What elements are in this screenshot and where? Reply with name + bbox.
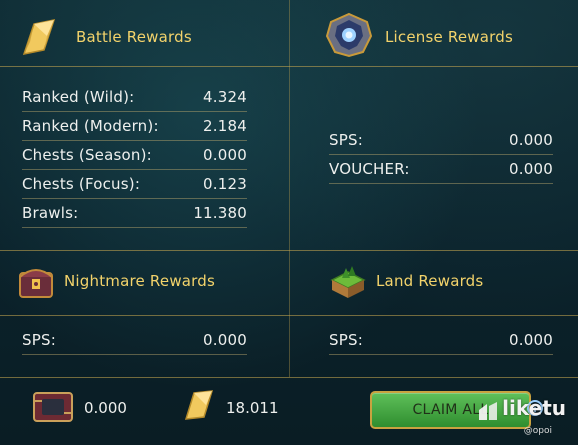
battle-row-label: Ranked (Wild): [22,88,135,106]
battle-row-underline [22,169,247,170]
nightmare-row-label: SPS: [22,331,56,349]
land-island-icon [326,258,370,302]
battle-row-chests-season: Chests (Season): 0.000 [22,146,247,164]
license-crest-icon [325,12,373,58]
license-row-underline [329,154,553,155]
nightmare-row-sps: SPS: 0.000 [22,331,247,349]
watermark-sub: @opoi [523,426,552,436]
battle-row-underline [22,140,247,141]
battle-row-value: 11.380 [193,204,247,222]
nightmare-row-value: 0.000 [203,331,247,349]
nightmare-chest-icon [14,259,58,303]
license-row-label: VOUCHER: [329,160,410,178]
battle-row-underline [22,227,247,228]
license-rewards-title: License Rewards [385,28,513,46]
battle-row-label: Chests (Season): [22,146,152,164]
battle-rewards-title: Battle Rewards [76,28,192,46]
liketu-logo-icon [477,400,505,424]
license-row-sps: SPS: 0.000 [329,131,553,149]
sps-crystal-icon [180,389,216,423]
watermark-brand: liketu [502,396,566,420]
battle-row-value: 0.000 [203,146,247,164]
battle-row-brawls: Brawls: 11.380 [22,204,247,222]
battle-row-label: Chests (Focus): [22,175,141,193]
license-row-value: 0.000 [509,131,553,149]
sps-value: 18.011 [226,399,279,417]
divider-footer [0,377,578,378]
land-row-value: 0.000 [509,331,553,349]
battle-row-underline [22,198,247,199]
battle-row-value: 4.324 [203,88,247,106]
nightmare-rewards-title: Nightmare Rewards [64,272,216,290]
license-row-value: 0.000 [509,160,553,178]
divider-vertical [289,0,290,377]
land-row-label: SPS: [329,331,363,349]
battle-row-ranked-wild: Ranked (Wild): 4.324 [22,88,247,106]
nightmare-row-underline [22,354,247,355]
battle-row-underline [22,111,247,112]
battle-row-ranked-modern: Ranked (Modern): 2.184 [22,117,247,135]
license-row-label: SPS: [329,131,363,149]
battle-row-label: Brawls: [22,204,79,222]
chip-icon [30,389,76,425]
chip-value: 0.000 [84,399,127,417]
battle-row-value: 0.123 [203,175,247,193]
land-row-sps: SPS: 0.000 [329,331,553,349]
rewards-panel: Battle Rewards Ranked (Wild): 4.324 Rank… [0,0,578,445]
gold-crystal-icon [14,18,60,58]
battle-row-chests-focus: Chests (Focus): 0.123 [22,175,247,193]
license-row-underline [329,183,553,184]
battle-row-label: Ranked (Modern): [22,117,159,135]
license-row-voucher: VOUCHER: 0.000 [329,160,553,178]
land-row-underline [329,354,553,355]
land-rewards-title: Land Rewards [376,272,484,290]
battle-row-value: 2.184 [203,117,247,135]
